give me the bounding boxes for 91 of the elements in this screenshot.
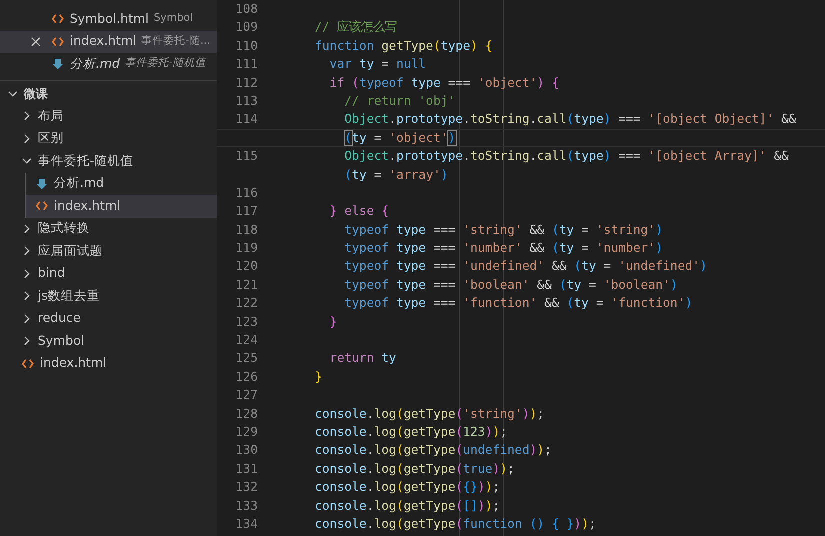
line-number: 126: [234, 368, 258, 386]
code-line: console.log(getType(function () { }));: [315, 516, 596, 533]
code-line: if (typeof type === 'object') {: [328, 74, 560, 92]
tree-item[interactable]: 隐式转换: [0, 218, 217, 240]
line-number: 133: [234, 498, 258, 515]
code-line: typeof type === 'undefined' && (ty = 'undefined'): [344, 258, 708, 276]
tree-item[interactable]: bind: [0, 262, 217, 285]
file-name: 分析.md: [70, 54, 120, 73]
line-number: 125: [234, 350, 258, 368]
line-number: 120: [234, 258, 258, 276]
code-line: function getType(type) {: [315, 38, 493, 55]
folder-header[interactable]: 微课: [0, 82, 217, 105]
line-number: 129: [234, 424, 258, 441]
tree-item[interactable]: reduce: [0, 308, 217, 330]
line-number: 118: [234, 222, 258, 239]
chevron-right-icon: [22, 268, 32, 279]
line-number: 116: [234, 184, 258, 202]
line-number: 128: [234, 406, 258, 423]
chevron-right-icon: [22, 134, 32, 144]
close-icon: [30, 36, 42, 48]
down-arrow-icon: [36, 178, 48, 190]
tree-item[interactable]: 应届面试题: [0, 240, 217, 262]
code-line: console.log(getType(undefined));: [315, 442, 552, 460]
folder-path: Symbol: [154, 11, 194, 26]
code-file-icon: [52, 36, 64, 47]
code-line: Object.prototype.toString.call(type) === '[object Array]' &&: [344, 148, 789, 166]
code-line: var ty = null: [328, 56, 426, 74]
line-number: 111: [234, 56, 258, 74]
line-number: 124: [234, 332, 258, 350]
file-name: Symbol.html: [70, 10, 150, 28]
code-line: // return 'obj': [344, 92, 456, 110]
chevron-right-icon: [22, 336, 32, 346]
tree-item[interactable]: index.html: [26, 195, 217, 218]
line-number: 114: [234, 111, 258, 128]
line-number: 108: [234, 0, 258, 18]
code-line: }: [328, 314, 338, 331]
chevron-right-icon: [22, 111, 32, 122]
code-line: (ty = 'array'): [344, 166, 448, 184]
code-line: console.log(getType('string'));: [315, 406, 545, 423]
code-line: }: [315, 368, 322, 386]
open-editor-item[interactable]: index.html 事件委托-随...: [0, 30, 217, 53]
code-line: console.log(getType(123));: [315, 424, 508, 441]
code-line: typeof type === 'function' && (ty = 'function'): [344, 295, 693, 312]
line-number: 113: [234, 92, 258, 110]
code-line: typeof type === 'number' && (ty = 'number'): [344, 240, 664, 258]
code-file-icon: [22, 358, 34, 369]
open-editor-item[interactable]: Symbol.html Symbol: [0, 8, 217, 30]
code-line: console.log(getType(true));: [315, 460, 515, 478]
line-number: 127: [234, 387, 258, 404]
line-number: 115: [234, 148, 258, 166]
line-number: 130: [234, 442, 258, 460]
code-line: } else {: [328, 203, 390, 220]
tree-item[interactable]: Symbol: [0, 330, 217, 352]
line-number: 123: [234, 314, 258, 331]
chevron-down-icon: [8, 88, 18, 99]
chevron-down-icon: [22, 156, 32, 166]
line-number: 132: [234, 479, 258, 496]
file-name: index.html: [70, 32, 137, 50]
code-line: return ty: [328, 350, 396, 368]
code-line: typeof type === 'string' && (ty = 'string'): [344, 222, 664, 239]
code-line: Object.prototype.toString.call(type) === '[object Object]' &&: [344, 111, 796, 128]
tree-item[interactable]: js数组去重: [0, 285, 217, 308]
code-file-icon: [52, 14, 64, 24]
chevron-right-icon: [22, 314, 32, 324]
folder-path: 事件委托-随...: [142, 34, 210, 49]
line-number: 117: [234, 203, 258, 220]
chevron-right-icon: [22, 246, 32, 256]
tree-item[interactable]: 布局: [0, 105, 217, 128]
code-line: console.log(getType([]));: [315, 498, 500, 515]
code-line: typeof type === 'boolean' && (ty = 'boolean'): [344, 276, 678, 294]
line-number: 122: [234, 295, 258, 312]
line-number: 119: [234, 240, 258, 258]
code-line: (ty = 'object'): [344, 130, 456, 147]
open-editor-item[interactable]: 分析.md 事件委托-随机值: [0, 53, 217, 76]
line-number: 134: [234, 516, 258, 533]
code-file-icon: [36, 201, 48, 212]
code-line: // 应该怎么写: [315, 19, 398, 36]
line-number: 112: [234, 74, 258, 92]
folder-path: 事件委托-随机值: [125, 56, 206, 72]
chevron-right-icon: [22, 291, 32, 302]
line-number: 121: [234, 276, 258, 294]
chevron-right-icon: [22, 224, 32, 234]
line-number: 131: [234, 460, 258, 478]
tree-item[interactable]: 区别: [0, 128, 217, 150]
tree-item[interactable]: 事件委托-随机值: [0, 150, 217, 172]
tree-item[interactable]: 分析.md: [26, 172, 217, 195]
line-number: 110: [234, 38, 258, 55]
code-line: console.log(getType({}));: [315, 479, 500, 496]
tree-item[interactable]: index.html: [0, 352, 217, 375]
line-number: 109: [234, 19, 258, 36]
down-arrow-icon: [52, 58, 64, 70]
